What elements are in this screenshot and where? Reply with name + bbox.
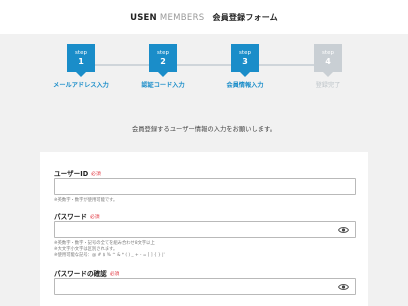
form-title: 会員登録フォーム bbox=[212, 12, 278, 22]
password-note-2: ※大文字小文字は区別されます。 bbox=[54, 247, 118, 252]
step-1-label: メールアドレス入力 bbox=[53, 82, 109, 89]
step-1-badge: step 1 bbox=[67, 44, 95, 77]
step-4-label: 登録完了 bbox=[315, 82, 341, 89]
step-2-number: 2 bbox=[160, 57, 166, 66]
progress-steps: step 1 メールアドレス入力 step 2 認証コード入力 step 3 会… bbox=[0, 44, 408, 104]
required-badge: 必須 bbox=[91, 171, 101, 177]
step-3-label: 会員情報入力 bbox=[226, 82, 264, 89]
required-badge: 必須 bbox=[109, 271, 120, 277]
step-3-number: 3 bbox=[242, 57, 248, 66]
required-badge: 必須 bbox=[89, 214, 100, 220]
step-4: step 4 登録完了 bbox=[283, 44, 373, 89]
user-id-label-text: ユーザーID bbox=[54, 170, 89, 178]
step-3: step 3 会員情報入力 bbox=[200, 44, 290, 89]
step-2: step 2 認証コード入力 bbox=[118, 44, 208, 89]
password-confirm-label: パスワードの確認 必須 bbox=[54, 268, 119, 278]
password-note-1: ※英数字・数字・記号の全てを組み合わせ8文字以上 bbox=[54, 241, 155, 246]
step-4-word: step bbox=[322, 50, 334, 56]
step-4-badge: step 4 bbox=[314, 44, 342, 77]
password-label: パスワード 必須 bbox=[54, 211, 100, 221]
step-1: step 1 メールアドレス入力 bbox=[36, 44, 126, 89]
password-note-3: ※使用可能な記号：@ # $ % ^ & * ( ) _ + - = [ ] {… bbox=[54, 253, 165, 258]
password-confirm-label-text: パスワードの確認 bbox=[54, 270, 107, 278]
eye-icon[interactable] bbox=[338, 283, 349, 291]
step-3-word: step bbox=[239, 50, 251, 56]
step-4-number: 4 bbox=[325, 57, 331, 66]
intro-text: 会員登録するユーザー情報の入力をお願いします。 bbox=[131, 126, 277, 133]
step-1-number: 1 bbox=[78, 57, 84, 66]
step-2-label: 認証コード入力 bbox=[141, 82, 185, 89]
brand-primary: USEN bbox=[130, 12, 157, 23]
password-input[interactable] bbox=[54, 221, 356, 238]
step-3-badge: step 3 bbox=[231, 44, 259, 77]
user-id-note: ※英数字・数字が使用可能です。 bbox=[54, 198, 118, 203]
step-2-badge: step 2 bbox=[149, 44, 177, 77]
user-id-input[interactable] bbox=[54, 178, 356, 195]
brand-logo: USEN MEMBERS 会員登録フォーム bbox=[130, 12, 278, 23]
eye-icon[interactable] bbox=[338, 226, 349, 234]
user-id-label: ユーザーID 必須 bbox=[54, 168, 101, 178]
page-header: USEN MEMBERS 会員登録フォーム bbox=[0, 0, 408, 34]
step-2-word: step bbox=[157, 50, 169, 56]
password-confirm-input[interactable] bbox=[54, 278, 356, 295]
step-1-word: step bbox=[75, 50, 87, 56]
registration-form: ユーザーID 必須 ※英数字・数字が使用可能です。 パスワード 必須 ※英数字・… bbox=[40, 152, 368, 306]
password-label-text: パスワード bbox=[54, 213, 87, 221]
brand-secondary: MEMBERS bbox=[159, 12, 205, 23]
